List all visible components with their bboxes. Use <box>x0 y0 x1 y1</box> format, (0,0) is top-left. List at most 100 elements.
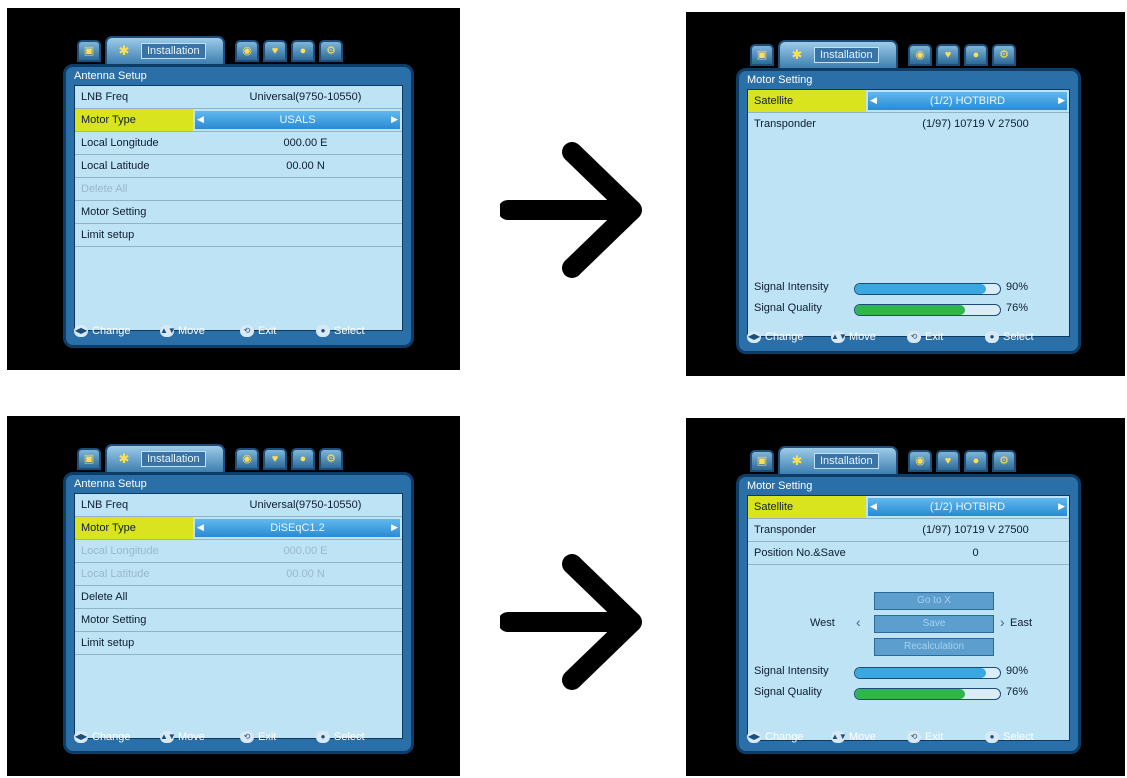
tab-parental[interactable]: ◉ <box>908 450 932 472</box>
arrow-west-icon[interactable]: ‹ <box>856 614 861 630</box>
satellite-dish-icon: ✱ <box>118 451 130 466</box>
tab-favourite[interactable]: ♥ <box>263 40 287 62</box>
settings-list: Satellite ◀ (1/2) HOTBIRD ▶ Transponder (1/9… <box>747 495 1070 741</box>
ok-key-icon: ● <box>316 325 330 337</box>
row-local-longitude[interactable]: Local Longitude 000.00 E <box>75 132 402 155</box>
hint-change: ◀▶ Change <box>747 331 804 343</box>
arrow-right-icon[interactable]: ▶ <box>1058 501 1065 512</box>
menu-frame: ▣ ✱ Installation ◉ ♥ ● ⚙ Antenna Setup LN… <box>63 444 414 754</box>
signal-label: Signal Intensity <box>754 665 829 677</box>
system-icon: ● <box>299 452 307 465</box>
tab-parental[interactable]: ◉ <box>235 40 259 62</box>
row-delete-all[interactable]: Delete All <box>75 586 402 609</box>
recalculation-button[interactable]: Recalculation <box>874 638 994 656</box>
tab-system[interactable]: ● <box>964 44 988 66</box>
tab-tv[interactable]: ▣ <box>750 450 774 472</box>
satellite-selector[interactable]: ◀ (1/2) HOTBIRD ▶ <box>868 498 1067 516</box>
row-limit-setup[interactable]: Limit setup <box>75 632 402 655</box>
hint-label: Change <box>765 331 804 343</box>
row-satellite[interactable]: Satellite ◀ (1/2) HOTBIRD ▶ <box>748 496 1069 519</box>
menu-panel: Motor Setting Satellite ◀ (1/2) HOTBIRD ▶ T… <box>736 474 1081 754</box>
arrow-left-icon[interactable]: ◀ <box>870 501 877 512</box>
tv-icon: ▣ <box>756 454 768 467</box>
motor-type-selector[interactable]: ◀ USALS ▶ <box>195 111 400 129</box>
tab-installation[interactable]: ✱ Installation <box>105 444 225 474</box>
row-value: 00.00 N <box>286 568 325 580</box>
signal-label: Signal Quality <box>754 686 822 698</box>
hint-label: Select <box>1003 731 1034 743</box>
tab-system[interactable]: ● <box>291 40 315 62</box>
row-transponder[interactable]: Transponder (1/97) 10719 V 27500 <box>748 519 1069 542</box>
arrow-left-icon[interactable]: ◀ <box>870 95 877 106</box>
hint-label: Select <box>334 731 365 743</box>
tab-installation[interactable]: ✱ Installation <box>778 446 898 476</box>
hint-label: Move <box>849 731 876 743</box>
row-value: Universal(9750-10550) <box>249 91 362 103</box>
row-lnb-freq[interactable]: LNB Freq Universal(9750-10550) <box>75 86 402 109</box>
tv-icon: ▣ <box>83 44 95 57</box>
arrow-left-icon[interactable]: ◀ <box>197 522 204 533</box>
tab-bar: ▣ ✱ Installation ◉ ♥ ● ⚙ <box>77 36 417 66</box>
tab-settings[interactable]: ⚙ <box>992 450 1016 472</box>
row-position-save[interactable]: Position No.&Save 0 <box>748 542 1069 565</box>
parental-lock-icon: ◉ <box>915 454 925 467</box>
row-motor-setting[interactable]: Motor Setting <box>75 609 402 632</box>
exit-key-icon: ⟲ <box>907 731 921 743</box>
hint-label: Change <box>92 731 131 743</box>
settings-icon: ⚙ <box>999 454 1009 467</box>
row-motor-type[interactable]: Motor Type ◀ USALS ▶ <box>75 109 402 132</box>
tab-parental[interactable]: ◉ <box>908 44 932 66</box>
tab-system[interactable]: ● <box>964 450 988 472</box>
exit-key-icon: ⟲ <box>907 331 921 343</box>
tab-favourite[interactable]: ♥ <box>263 448 287 470</box>
save-button[interactable]: Save <box>874 615 994 633</box>
row-lnb-freq[interactable]: LNB Freq Universal(9750-10550) <box>75 494 402 517</box>
tab-favourite[interactable]: ♥ <box>936 44 960 66</box>
tab-tv[interactable]: ▣ <box>750 44 774 66</box>
tab-installation[interactable]: ✱ Installation <box>778 40 898 70</box>
row-value: 0 <box>972 547 979 559</box>
motor-type-selector[interactable]: ◀ DiSEqC1.2 ▶ <box>195 519 400 537</box>
row-limit-setup[interactable]: Limit setup <box>75 224 402 247</box>
tab-installation[interactable]: ✱ Installation <box>105 36 225 66</box>
row-motor-type[interactable]: Motor Type ◀ DiSEqC1.2 ▶ <box>75 517 402 540</box>
tab-tv[interactable]: ▣ <box>77 448 101 470</box>
tab-settings[interactable]: ⚙ <box>992 44 1016 66</box>
satellite-selector[interactable]: ◀ (1/2) HOTBIRD ▶ <box>868 92 1067 110</box>
tab-system[interactable]: ● <box>291 448 315 470</box>
hint-exit: ⟲ Exit <box>240 325 276 337</box>
row-label: Local Latitude <box>81 568 150 580</box>
tab-favourite[interactable]: ♥ <box>936 450 960 472</box>
favourite-icon: ♥ <box>271 452 279 465</box>
row-label: Motor Type <box>75 517 193 539</box>
tab-tv[interactable]: ▣ <box>77 40 101 62</box>
tab-installation-label: Installation <box>814 453 879 469</box>
row-transponder[interactable]: Transponder (1/97) 10719 V 27500 <box>748 113 1069 136</box>
signal-intensity-bar <box>854 283 1001 295</box>
arrow-east-icon[interactable]: › <box>1000 614 1005 630</box>
left-right-keys-icon: ◀▶ <box>74 731 88 743</box>
tab-parental[interactable]: ◉ <box>235 448 259 470</box>
ok-key-icon: ● <box>316 731 330 743</box>
tab-bar: ▣ ✱ Installation ◉ ♥ ● ⚙ <box>750 446 1090 476</box>
row-satellite[interactable]: Satellite ◀ (1/2) HOTBIRD ▶ <box>748 90 1069 113</box>
arrow-left-icon[interactable]: ◀ <box>197 114 204 125</box>
signal-intensity: Signal Intensity 90% <box>754 280 1063 296</box>
arrow-right-icon[interactable]: ▶ <box>391 114 398 125</box>
row-local-longitude: Local Longitude 000.00 E <box>75 540 402 563</box>
goto-x-button[interactable]: Go to X <box>874 592 994 610</box>
arrow-right-icon[interactable]: ▶ <box>1058 95 1065 106</box>
tv-icon: ▣ <box>83 452 95 465</box>
settings-list: Satellite ◀ (1/2) HOTBIRD ▶ Transponder (1/9… <box>747 89 1070 337</box>
signal-percent: 76% <box>1006 302 1029 314</box>
screen-antenna-setup-diseqc: ▣ ✱ Installation ◉ ♥ ● ⚙ Antenna Setup LN… <box>7 416 460 776</box>
arrow-right-icon[interactable]: ▶ <box>391 522 398 533</box>
row-motor-setting[interactable]: Motor Setting <box>75 201 402 224</box>
hint-label: Exit <box>258 325 277 337</box>
tab-settings[interactable]: ⚙ <box>319 448 343 470</box>
right-arrow-icon <box>500 142 642 278</box>
tab-settings[interactable]: ⚙ <box>319 40 343 62</box>
row-local-latitude[interactable]: Local Latitude 00.00 N <box>75 155 402 178</box>
hint-change: ◀▶ Change <box>74 325 131 337</box>
hint-label: Select <box>1003 331 1034 343</box>
